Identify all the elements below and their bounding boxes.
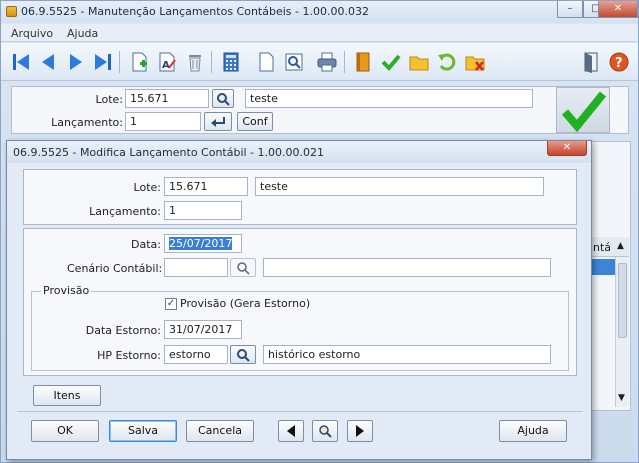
blank-page-icon[interactable] xyxy=(254,49,278,75)
calculator-icon[interactable] xyxy=(219,49,243,75)
data-estorno-label: Data Estorno: xyxy=(85,324,161,337)
modifica-dialog: 06.9.5525 - Modifica Lançamento Contábil… xyxy=(6,140,592,460)
cenario-search-button[interactable] xyxy=(230,258,256,277)
status-check xyxy=(556,87,610,133)
attachment-button[interactable] xyxy=(312,420,338,442)
folder-icon[interactable] xyxy=(407,49,431,75)
dialog-close-button[interactable]: ✕ xyxy=(547,141,587,156)
previous-record-button[interactable] xyxy=(278,420,304,442)
search-icon xyxy=(237,348,250,362)
first-icon[interactable] xyxy=(9,49,33,75)
dialog-lote-input[interactable]: 15.671 xyxy=(164,177,248,196)
confirm-check-icon[interactable] xyxy=(379,49,403,75)
arrow-left-icon xyxy=(287,425,295,437)
salva-button[interactable]: Salva xyxy=(109,420,177,442)
zoom-page-icon[interactable] xyxy=(282,49,306,75)
menu-bar: Arquivo Ajuda xyxy=(1,24,638,42)
toolbar-separator xyxy=(211,51,212,73)
cancel-folder-icon[interactable] xyxy=(463,49,487,75)
help-icon[interactable]: ? xyxy=(607,49,631,75)
window-title: 06.9.5525 - Manutenção Lançamentos Contá… xyxy=(21,5,369,18)
background-grid-header: ntá ▲ xyxy=(591,237,629,257)
next-icon[interactable] xyxy=(64,49,88,75)
data-label: Data: xyxy=(131,238,161,251)
cenario-description xyxy=(263,258,551,277)
svg-text:?: ? xyxy=(615,56,623,71)
lote-search-button[interactable] xyxy=(212,89,234,108)
hp-estorno-description: histórico estorno xyxy=(263,345,551,364)
lancamento-input[interactable]: 1 xyxy=(125,112,201,131)
cenario-label: Cenário Contábil: xyxy=(67,262,163,275)
exit-door-icon[interactable] xyxy=(579,49,603,75)
cenario-input[interactable] xyxy=(164,258,228,277)
search-icon xyxy=(217,92,230,106)
arrow-right-icon xyxy=(356,425,364,437)
hp-estorno-input[interactable]: estorno xyxy=(164,345,228,364)
toolbar-separator xyxy=(344,51,345,73)
app-icon xyxy=(6,6,17,17)
menu-arquivo[interactable]: Arquivo xyxy=(11,27,53,40)
dialog-lote-description: teste xyxy=(255,177,544,196)
toolbar: A ? xyxy=(1,43,638,81)
hp-estorno-label: HP Estorno: xyxy=(97,349,161,362)
check-icon xyxy=(561,91,607,133)
lote-description: teste xyxy=(245,89,533,108)
background-grid-selected-row[interactable] xyxy=(591,259,615,275)
previous-icon[interactable] xyxy=(36,49,60,75)
provisao-checkbox-label: Provisão (Gera Estorno) xyxy=(180,297,311,310)
conf-button[interactable]: Conf xyxy=(237,112,273,131)
enter-button[interactable] xyxy=(204,112,232,131)
itens-button[interactable]: Itens xyxy=(33,385,101,406)
lote-label: Lote: xyxy=(95,93,123,106)
toolbar-separator xyxy=(119,51,120,73)
svg-text:A: A xyxy=(162,60,170,71)
cancela-button[interactable]: Cancela xyxy=(186,420,254,442)
edit-text-icon[interactable]: A xyxy=(155,49,179,75)
new-document-icon[interactable] xyxy=(127,49,151,75)
menu-ajuda[interactable]: Ajuda xyxy=(67,27,98,40)
delete-icon[interactable] xyxy=(183,49,207,75)
data-estorno-input[interactable]: 31/07/2017 xyxy=(164,320,242,339)
lancamento-label: Lançamento: xyxy=(51,116,123,129)
ok-button[interactable]: OK xyxy=(31,420,99,442)
hp-estorno-search-button[interactable] xyxy=(230,345,256,364)
data-value: 25/07/2017 xyxy=(169,237,233,250)
magnifier-attach-icon xyxy=(319,425,332,438)
lote-input[interactable]: 15.671 xyxy=(125,89,209,108)
close-button[interactable]: ✕ xyxy=(598,1,638,18)
data-input[interactable]: 25/07/2017 xyxy=(164,234,242,253)
provisao-checkbox[interactable]: ✓ xyxy=(165,298,177,310)
scroll-down-icon[interactable]: ▼ xyxy=(618,393,625,403)
search-icon xyxy=(237,261,250,275)
dialog-title-bar: 06.9.5525 - Modifica Lançamento Contábil… xyxy=(7,141,591,163)
provisao-group-label: Provisão xyxy=(41,284,92,297)
next-record-button[interactable] xyxy=(347,420,373,442)
title-bar: 06.9.5525 - Manutenção Lançamentos Contá… xyxy=(1,1,638,23)
dialog-title: 06.9.5525 - Modifica Lançamento Contábil… xyxy=(13,146,325,159)
background-scrollbar[interactable]: ▼ xyxy=(615,257,629,407)
scrollbar-thumb[interactable] xyxy=(618,263,627,338)
ajuda-button[interactable]: Ajuda xyxy=(499,420,567,442)
undo-icon[interactable] xyxy=(435,49,459,75)
bottom-divider xyxy=(17,411,583,412)
dialog-lancamento-input[interactable]: 1 xyxy=(164,201,242,220)
enter-arrow-icon xyxy=(211,116,225,127)
minimize-button[interactable]: – xyxy=(557,1,583,18)
dialog-lote-label: Lote: xyxy=(133,181,161,194)
scroll-up-icon[interactable]: ▲ xyxy=(617,241,624,251)
grid-header-fragment: ntá xyxy=(593,241,612,254)
print-icon[interactable] xyxy=(315,49,339,75)
book-icon[interactable] xyxy=(351,49,375,75)
last-icon[interactable] xyxy=(91,49,115,75)
dialog-lancamento-label: Lançamento: xyxy=(89,205,161,218)
